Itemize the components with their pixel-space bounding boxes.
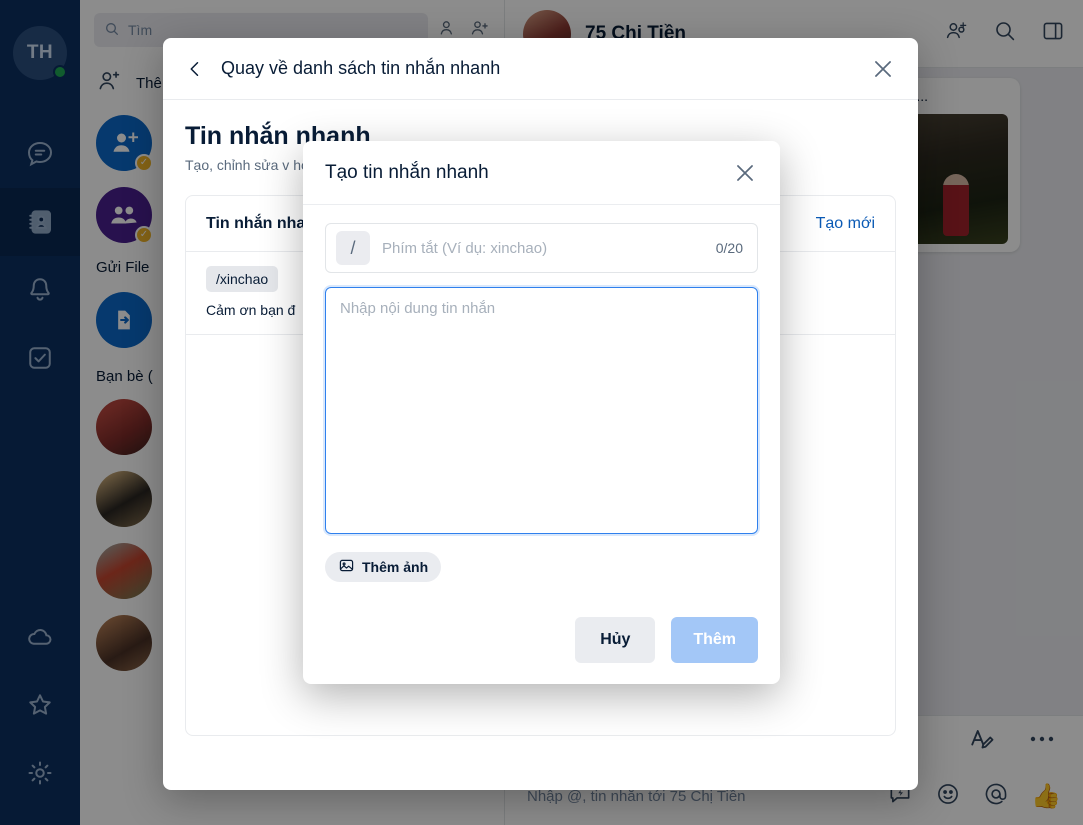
cancel-button[interactable]: Hủy — [575, 617, 656, 663]
submit-button[interactable]: Thêm — [671, 617, 758, 663]
create-new-button[interactable]: Tạo mới — [816, 215, 875, 233]
panel-header: Quay về danh sách tin nhắn nhanh — [163, 38, 918, 100]
message-content-textarea[interactable]: Nhập nội dung tin nhắn — [325, 287, 758, 534]
add-image-button[interactable]: Thêm ảnh — [325, 552, 442, 582]
close-icon[interactable] — [732, 160, 758, 186]
modal-header: Tạo tin nhắn nhanh — [303, 141, 780, 205]
image-icon — [338, 557, 355, 577]
create-quick-message-modal: Tạo tin nhắn nhanh / Phím tắt (Ví dụ: xi… — [303, 141, 780, 684]
modal-body: / Phím tắt (Ví dụ: xinchao) 0/20 Nhập nộ… — [303, 205, 780, 596]
slash-prefix-badge: / — [336, 231, 370, 265]
shortcut-tag: /xinchao — [206, 266, 279, 292]
modal-footer: Hủy Thêm — [303, 596, 780, 684]
content-placeholder: Nhập nội dung tin nhắn — [340, 300, 496, 317]
back-icon[interactable] — [185, 59, 205, 79]
character-counter: 0/20 — [715, 240, 743, 256]
modal-title: Tạo tin nhắn nhanh — [325, 161, 489, 183]
shortcut-input[interactable]: Phím tắt (Ví dụ: xinchao) — [382, 240, 704, 257]
app-root: TH Tìm Thê ✓ ✓ Gửi File Bạn bè (75 Chi … — [0, 0, 1083, 825]
close-icon[interactable] — [870, 56, 896, 82]
back-label[interactable]: Quay về danh sách tin nhắn nhanh — [221, 58, 500, 79]
table-column-header: Tin nhắn nha — [206, 214, 306, 232]
shortcut-field[interactable]: / Phím tắt (Ví dụ: xinchao) 0/20 — [325, 223, 758, 273]
add-image-label: Thêm ảnh — [362, 559, 429, 575]
